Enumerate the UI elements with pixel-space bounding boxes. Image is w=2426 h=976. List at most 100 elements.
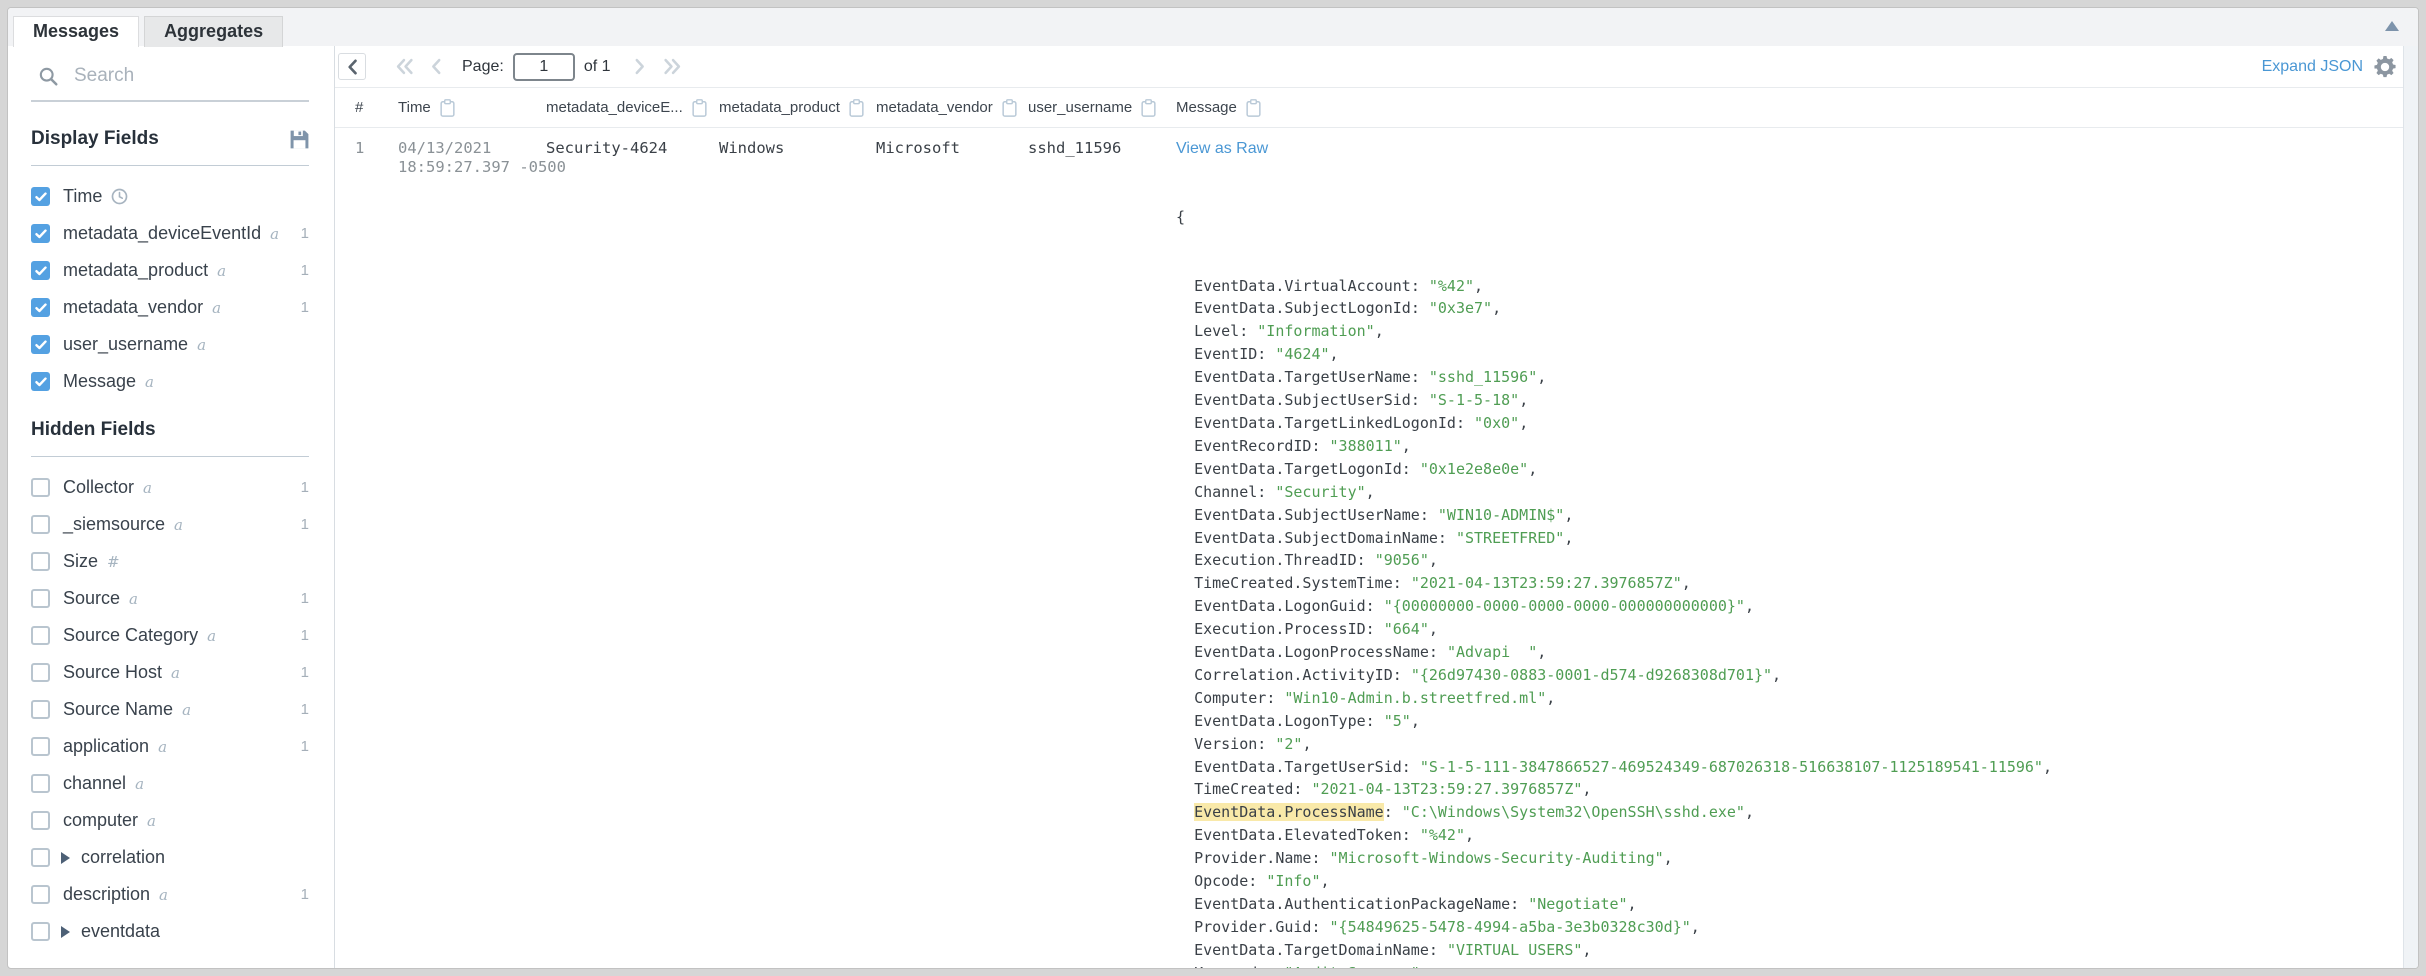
json-key: Version: [1194, 735, 1257, 753]
json-key: EventID: [1194, 345, 1257, 363]
unchecked-checkbox[interactable]: [31, 848, 50, 867]
field-label: metadata_vendor: [63, 297, 203, 318]
next-page-button[interactable]: [634, 58, 646, 75]
field-label: Size: [63, 551, 98, 572]
tab-bar: MessagesAggregates: [8, 8, 2418, 46]
copy-column-icon[interactable]: [1141, 99, 1156, 117]
field-count: 1: [301, 262, 309, 279]
field-count: 1: [301, 738, 309, 755]
json-line: Provider.Guid: "{54849625-5478-4994-a5ba…: [1176, 916, 2403, 939]
json-key: EventData.ElevatedToken: [1194, 826, 1402, 844]
string-type-icon: a: [174, 516, 183, 534]
json-key: Keywords: [1194, 964, 1266, 968]
json-value: "{54849625-5478-4994-a5ba-3e3b0328c30d}": [1330, 918, 1691, 936]
tab-messages[interactable]: Messages: [13, 16, 139, 47]
json-key: EventData.SubjectLogonId: [1194, 299, 1411, 317]
unchecked-checkbox[interactable]: [31, 552, 50, 571]
field-item-description: descriptiona1: [31, 876, 309, 913]
checked-checkbox[interactable]: [31, 261, 50, 280]
copy-column-icon[interactable]: [1246, 99, 1261, 117]
column-header-metadata-product: metadata_product: [719, 99, 876, 117]
row-vendor: Microsoft: [876, 139, 1028, 157]
json-line: EventData.AuthenticationPackageName: "Ne…: [1176, 893, 2403, 916]
json-value: "2021-04-13T23:59:27.3976857Z": [1311, 780, 1582, 798]
json-key: EventData.SubjectDomainName: [1194, 529, 1438, 547]
json-value: "9056": [1375, 551, 1429, 569]
json-key: EventRecordID: [1194, 437, 1311, 455]
json-key: EventData.SubjectUserSid: [1194, 391, 1411, 409]
expand-json-link[interactable]: Expand JSON: [2262, 58, 2363, 76]
field-count: 1: [301, 516, 309, 533]
settings-gear-icon[interactable]: [2374, 56, 2396, 78]
page-input[interactable]: [513, 53, 575, 81]
json-value: "Microsoft-Windows-Security-Auditing": [1330, 849, 1664, 867]
unchecked-checkbox[interactable]: [31, 922, 50, 941]
first-page-button[interactable]: [395, 58, 415, 75]
view-as-raw-link[interactable]: View as Raw: [1176, 140, 1268, 158]
unchecked-checkbox[interactable]: [31, 663, 50, 682]
unchecked-checkbox[interactable]: [31, 626, 50, 645]
checked-checkbox[interactable]: [31, 372, 50, 391]
expand-triangle-icon[interactable]: [61, 852, 70, 864]
json-key: EventData.TargetUserSid: [1194, 758, 1402, 776]
unchecked-checkbox[interactable]: [31, 478, 50, 497]
row-username: sshd_11596: [1028, 139, 1176, 157]
field-count: 1: [301, 479, 309, 496]
hidden-fields-divider: [31, 456, 309, 457]
checked-checkbox[interactable]: [31, 187, 50, 206]
hidden-fields-title: Hidden Fields: [31, 419, 156, 441]
number-type-icon: #: [107, 553, 120, 571]
field-label: description: [63, 884, 150, 905]
json-open-brace: {: [1176, 206, 2403, 229]
field-item-channel: channela: [31, 765, 309, 802]
string-type-icon: a: [159, 886, 168, 904]
field-label: eventdata: [81, 921, 160, 942]
tab-aggregates[interactable]: Aggregates: [144, 16, 283, 47]
field-item-source: Sourcea1: [31, 580, 309, 617]
json-key: Correlation.ActivityID: [1194, 666, 1393, 684]
unchecked-checkbox[interactable]: [31, 885, 50, 904]
json-value: "{00000000-0000-0000-0000-000000000000}": [1384, 597, 1745, 615]
collapse-sidebar-button[interactable]: [338, 53, 366, 80]
json-key: Provider.Name: [1194, 849, 1311, 867]
unchecked-checkbox[interactable]: [31, 811, 50, 830]
unchecked-checkbox[interactable]: [31, 700, 50, 719]
scroll-up-icon[interactable]: [2385, 21, 2399, 31]
copy-column-icon[interactable]: [1002, 99, 1017, 117]
checked-checkbox[interactable]: [31, 224, 50, 243]
unchecked-checkbox[interactable]: [31, 515, 50, 534]
unchecked-checkbox[interactable]: [31, 737, 50, 756]
unchecked-checkbox[interactable]: [31, 589, 50, 608]
unchecked-checkbox[interactable]: [31, 774, 50, 793]
checked-checkbox[interactable]: [31, 335, 50, 354]
expand-triangle-icon[interactable]: [61, 926, 70, 938]
field-item-siemsource: _siemsourcea1: [31, 506, 309, 543]
json-value: "%42": [1429, 277, 1474, 295]
string-type-icon: a: [171, 664, 180, 682]
json-line: EventData.SubjectUserSid: "S-1-5-18",: [1176, 389, 2403, 412]
json-key: Execution.ProcessID: [1194, 620, 1366, 638]
copy-column-icon[interactable]: [692, 99, 707, 117]
column-label: metadata_product: [719, 99, 840, 116]
json-key: EventData.VirtualAccount: [1194, 277, 1411, 295]
column-label: #: [355, 99, 363, 116]
last-page-button[interactable]: [662, 58, 682, 75]
string-type-icon: a: [207, 627, 216, 645]
column-label: user_username: [1028, 99, 1132, 116]
json-line: EventData.SubjectDomainName: "STREETFRED…: [1176, 527, 2403, 550]
copy-column-icon[interactable]: [440, 99, 455, 117]
json-line: Provider.Name: "Microsoft-Windows-Securi…: [1176, 847, 2403, 870]
json-key: EventData.TargetUserName: [1194, 368, 1411, 386]
json-key: Execution.ThreadID: [1194, 551, 1357, 569]
json-value: "4624": [1275, 345, 1329, 363]
scrollbar-track[interactable]: [2403, 46, 2418, 968]
field-item-collector: Collectora1: [31, 469, 309, 506]
search-input[interactable]: [72, 64, 321, 88]
json-value: "388011": [1330, 437, 1402, 455]
prev-page-button[interactable]: [430, 58, 442, 75]
checked-checkbox[interactable]: [31, 298, 50, 317]
copy-column-icon[interactable]: [849, 99, 864, 117]
json-key: Opcode: [1194, 872, 1248, 890]
save-fields-icon[interactable]: [290, 130, 309, 149]
json-line: EventData.TargetUserSid: "S-1-5-111-3847…: [1176, 756, 2403, 779]
